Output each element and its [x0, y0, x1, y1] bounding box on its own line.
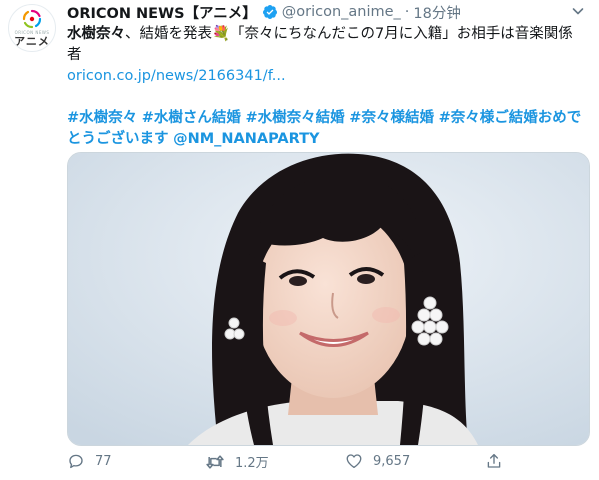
- handle[interactable]: @oricon_anime_: [282, 4, 401, 20]
- like-count: 9,657: [373, 453, 411, 469]
- retweet-icon: [206, 454, 224, 469]
- hashtag-link[interactable]: #水樹さん結婚: [142, 110, 241, 126]
- retweet-count: 1.2万: [235, 456, 269, 471]
- tweet-text: 水樹奈々、結婚を発表💐「奈々にちなんだこの7月に入籍」お相手は音楽関係者 ori…: [67, 24, 587, 150]
- tweet-header: ORICON NEWS【アニメ】 @oricon_anime_ · 18分钟: [67, 0, 592, 24]
- tweet-card[interactable]: ORICON NEWS アニメ ORICON NEWS【アニメ】 @oricon…: [0, 0, 599, 480]
- chevron-down-icon[interactable]: [570, 3, 586, 19]
- reply-count: 77: [95, 453, 112, 469]
- portrait-image: [68, 153, 589, 445]
- tweet-body: 、結婚を発表💐「奈々にちなんだこの7月に入籍」お相手は音楽関係者: [67, 26, 573, 63]
- hashtag-link[interactable]: #水樹奈々: [67, 110, 137, 126]
- verified-badge-icon: [262, 4, 278, 20]
- avatar-label: アニメ: [14, 35, 50, 48]
- header-separator: ·: [404, 4, 410, 20]
- mention-link[interactable]: @NM_NANAPARTY: [173, 131, 319, 147]
- share-button[interactable]: [485, 452, 513, 470]
- article-link[interactable]: oricon.co.jp/news/2166341/f...: [67, 68, 286, 84]
- tweet-content: ORICON NEWS【アニメ】 @oricon_anime_ · 18分钟 水…: [67, 0, 592, 150]
- display-name[interactable]: ORICON NEWS【アニメ】: [67, 2, 257, 23]
- reply-button[interactable]: 77: [67, 452, 112, 470]
- share-icon: [487, 453, 501, 468]
- avatar[interactable]: ORICON NEWS アニメ: [8, 4, 56, 52]
- reply-icon: [69, 454, 83, 469]
- hashtag-link[interactable]: #水樹奈々結婚: [246, 110, 345, 126]
- action-bar: 77 1.2万 9,657: [67, 448, 587, 474]
- retweet-button[interactable]: 1.2万: [205, 452, 269, 471]
- oricon-logo-icon: [22, 9, 42, 29]
- hashtag-block: #水樹奈々 #水樹さん結婚 #水樹奈々結婚 #奈々様結婚 #奈々様ご結婚おめでと…: [67, 108, 587, 150]
- heart-icon: [346, 454, 362, 469]
- tweet-bold-name: 水樹奈々: [67, 26, 125, 42]
- like-button[interactable]: 9,657: [345, 452, 410, 470]
- hashtag-link[interactable]: #奈々様結婚: [349, 110, 434, 126]
- timestamp[interactable]: 18分钟: [413, 2, 460, 23]
- tweet-photo[interactable]: [67, 152, 590, 446]
